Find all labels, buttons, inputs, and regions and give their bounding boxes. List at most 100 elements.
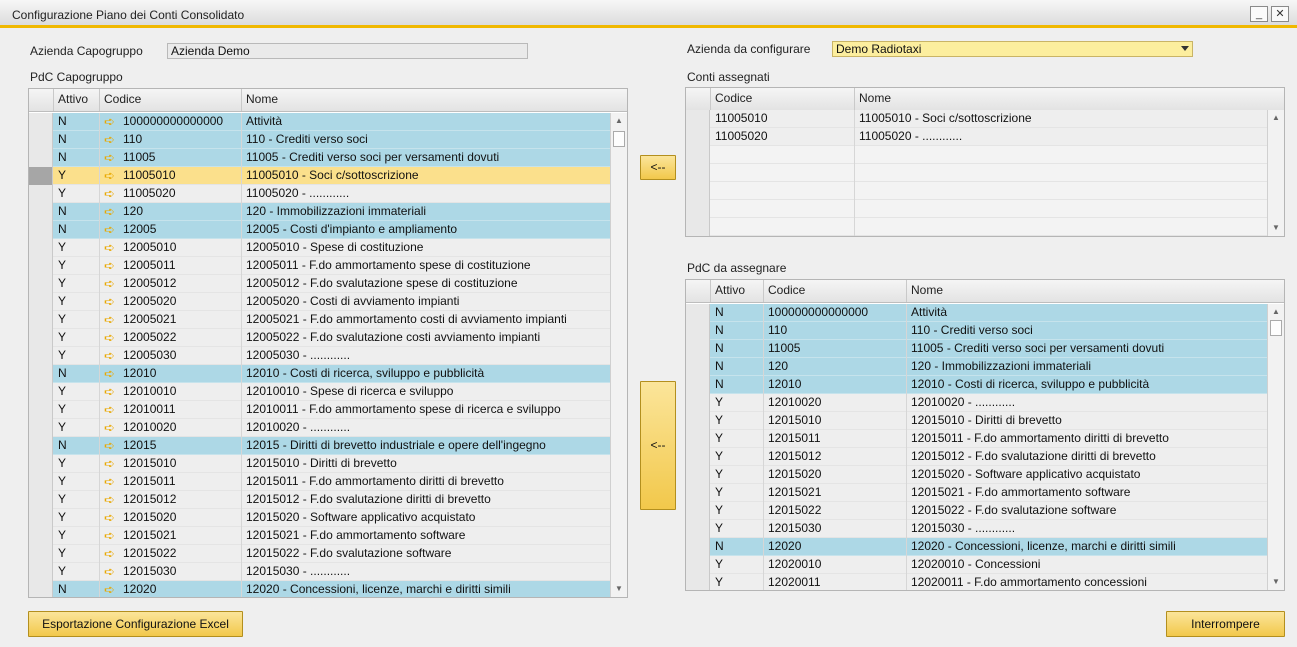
row-header[interactable]: [686, 538, 710, 556]
link-arrow-icon[interactable]: ➪: [104, 241, 119, 254]
row-header[interactable]: [29, 239, 53, 257]
row-header[interactable]: [29, 365, 53, 383]
table-row[interactable]: Y 12015011 12015011 - F.do ammortamento di…: [686, 430, 1267, 448]
table-row[interactable]: Y ➪ 12005020 12005020 - Costi di avviamento…: [29, 293, 610, 311]
row-header[interactable]: [29, 347, 53, 365]
col-attivo[interactable]: Attivo: [54, 89, 100, 111]
row-header[interactable]: [29, 311, 53, 329]
close-button[interactable]: ✕: [1271, 6, 1289, 22]
row-header[interactable]: [29, 167, 53, 185]
table-row[interactable]: [686, 218, 1267, 236]
table-row[interactable]: [686, 146, 1267, 164]
row-header[interactable]: [29, 509, 53, 527]
table-row[interactable]: Y ➪ 12015022 12015022 - F.do svalutazione s…: [29, 545, 610, 563]
table-row[interactable]: Y 12015030 12015030 - ............: [686, 520, 1267, 538]
table-row[interactable]: Y ➪ 11005010 11005010 - Soci c/sottoscrizio…: [29, 167, 610, 185]
row-header[interactable]: [29, 455, 53, 473]
row-header[interactable]: [29, 545, 53, 563]
row-header[interactable]: [686, 448, 710, 466]
minimize-button[interactable]: _: [1250, 6, 1268, 22]
link-arrow-icon[interactable]: ➪: [104, 259, 119, 272]
table-row[interactable]: Y ➪ 12010011 12010011 - F.do ammortamento s…: [29, 401, 610, 419]
move-back-large-button[interactable]: <--: [640, 381, 676, 510]
table-row[interactable]: Y 12015020 12015020 - Software applicativo…: [686, 466, 1267, 484]
row-header[interactable]: [686, 358, 710, 376]
table-row[interactable]: Y ➪ 12015010 12015010 - Diritti di brevetto: [29, 455, 610, 473]
link-arrow-icon[interactable]: ➪: [104, 565, 119, 578]
table-row[interactable]: N ➪ 110 110 - Crediti verso soci: [29, 131, 610, 149]
row-header[interactable]: [686, 502, 710, 520]
scroll-up-icon[interactable]: ▲: [611, 113, 627, 129]
cancel-button[interactable]: Interrompere: [1166, 611, 1285, 637]
table-row[interactable]: N 120 120 - Immobilizzazioni immateriali: [686, 358, 1267, 376]
link-arrow-icon[interactable]: ➪: [104, 151, 119, 164]
col-nome[interactable]: Nome: [855, 88, 1266, 110]
table-row[interactable]: Y ➪ 12005022 12005022 - F.do svalutazione c…: [29, 329, 610, 347]
link-arrow-icon[interactable]: ➪: [104, 349, 119, 362]
col-nome[interactable]: Nome: [907, 280, 1266, 302]
table-row[interactable]: Y 12020010 12020010 - Concessioni: [686, 556, 1267, 574]
table-row[interactable]: N ➪ 12010 12010 - Costi di ricerca, svilupp…: [29, 365, 610, 383]
row-header[interactable]: [686, 340, 710, 358]
link-arrow-icon[interactable]: ➪: [104, 475, 119, 488]
row-header[interactable]: [29, 203, 53, 221]
row-header[interactable]: [29, 113, 53, 131]
table-row[interactable]: Y 12015021 12015021 - F.do ammortamento so…: [686, 484, 1267, 502]
table-row[interactable]: N ➪ 12005 12005 - Costi d'impianto e amplia…: [29, 221, 610, 239]
scroll-thumb[interactable]: [1270, 320, 1282, 336]
row-header[interactable]: [686, 304, 710, 322]
link-arrow-icon[interactable]: ➪: [104, 385, 119, 398]
conti-assegnati-grid[interactable]: Codice Nome 11005010 11005010 - Soci c/so…: [685, 87, 1285, 237]
table-row[interactable]: Y ➪ 12010010 12010010 - Spese di ricerca e …: [29, 383, 610, 401]
table-row[interactable]: N 11005 11005 - Crediti verso soci per ver…: [686, 340, 1267, 358]
table-row[interactable]: Y ➪ 12005012 12005012 - F.do svalutazione s…: [29, 275, 610, 293]
table-row[interactable]: N ➪ 100000000000000 Attività: [29, 113, 610, 131]
col-nome[interactable]: Nome: [242, 89, 609, 111]
row-header[interactable]: [686, 110, 710, 128]
pdc-capogruppo-grid[interactable]: Attivo Codice Nome N ➪ 100000000000000 Atti…: [28, 88, 628, 598]
link-arrow-icon[interactable]: ➪: [104, 439, 119, 452]
row-header[interactable]: [686, 556, 710, 574]
row-header[interactable]: [686, 146, 710, 164]
export-excel-button[interactable]: Esportazione Configurazione Excel: [28, 611, 243, 637]
link-arrow-icon[interactable]: ➪: [104, 169, 119, 182]
link-arrow-icon[interactable]: ➪: [104, 313, 119, 326]
link-arrow-icon[interactable]: ➪: [104, 205, 119, 218]
configurare-select[interactable]: Demo Radiotaxi: [832, 41, 1193, 57]
link-arrow-icon[interactable]: ➪: [104, 115, 119, 128]
col-codice[interactable]: Codice: [100, 89, 242, 111]
link-arrow-icon[interactable]: ➪: [104, 277, 119, 290]
row-header[interactable]: [686, 430, 710, 448]
table-row[interactable]: N ➪ 12015 12015 - Diritti di brevetto indus…: [29, 437, 610, 455]
row-header[interactable]: [686, 322, 710, 340]
link-arrow-icon[interactable]: ➪: [104, 187, 119, 200]
link-arrow-icon[interactable]: ➪: [104, 367, 119, 380]
link-arrow-icon[interactable]: ➪: [104, 547, 119, 560]
table-row[interactable]: N 12020 12020 - Concessioni, licenze, marc…: [686, 538, 1267, 556]
row-header[interactable]: [29, 527, 53, 545]
row-header[interactable]: [686, 376, 710, 394]
table-row[interactable]: Y ➪ 12005030 12005030 - ............: [29, 347, 610, 365]
row-header[interactable]: [29, 221, 53, 239]
row-header[interactable]: [29, 149, 53, 167]
row-header[interactable]: [29, 185, 53, 203]
scroll-down-icon[interactable]: ▼: [1268, 220, 1284, 236]
chevron-down-icon[interactable]: [1181, 46, 1189, 51]
table-row[interactable]: N ➪ 11005 11005 - Crediti verso soci per ve…: [29, 149, 610, 167]
row-header[interactable]: [29, 257, 53, 275]
table-row[interactable]: [686, 182, 1267, 200]
scroll-up-icon[interactable]: ▲: [1268, 304, 1284, 320]
row-header[interactable]: [29, 473, 53, 491]
row-header[interactable]: [29, 329, 53, 347]
table-row[interactable]: Y ➪ 12015020 12015020 - Software applicativ…: [29, 509, 610, 527]
table-row[interactable]: N 110 110 - Crediti verso soci: [686, 322, 1267, 340]
table-row[interactable]: Y ➪ 12005011 12005011 - F.do ammortamento s…: [29, 257, 610, 275]
table-row[interactable]: [686, 200, 1267, 218]
scroll-down-icon[interactable]: ▼: [1268, 574, 1284, 590]
link-arrow-icon[interactable]: ➪: [104, 583, 119, 596]
table-row[interactable]: Y 12015022 12015022 - F.do svalutazione so…: [686, 502, 1267, 520]
table-row[interactable]: Y ➪ 12010020 12010020 - ............: [29, 419, 610, 437]
move-back-small-button[interactable]: <--: [640, 155, 676, 180]
table-row[interactable]: Y ➪ 12005021 12005021 - F.do ammortamento c…: [29, 311, 610, 329]
row-header[interactable]: [686, 520, 710, 538]
